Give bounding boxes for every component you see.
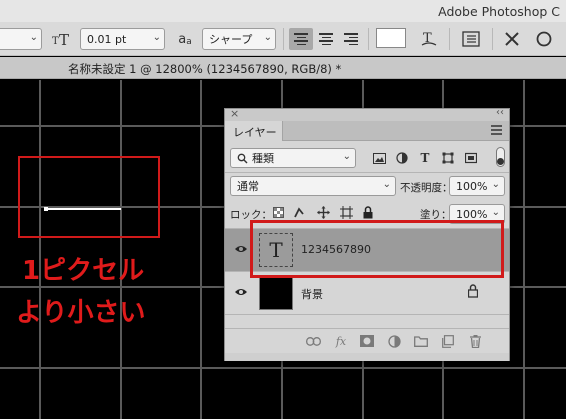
filter-toggle-switch[interactable]	[495, 146, 505, 168]
antialias-icon-glyph: a	[178, 31, 187, 47]
divider	[492, 28, 493, 50]
pixel-grid-line	[0, 367, 566, 369]
tab-layers[interactable]: レイヤー	[225, 121, 283, 141]
font-style-dropdown[interactable]: ⌄	[0, 28, 42, 50]
opacity-field[interactable]: 100% ⌄	[449, 176, 505, 196]
chevron-down-icon: ⌄	[491, 207, 500, 218]
opacity-label: 不透明度：	[400, 182, 453, 194]
tiny-text-line	[48, 208, 121, 210]
blend-mode-dropdown[interactable]: 通常 ⌄	[230, 176, 396, 196]
document-tab-bar: 名称未設定 1 @ 12800% (1234567890, RGB/8) *	[0, 57, 566, 79]
callout-line-1: 1ピクセル	[22, 256, 145, 286]
align-right-button[interactable]	[339, 28, 363, 50]
layer-row-background[interactable]: 背景	[225, 272, 509, 314]
chevron-down-icon: ⌄	[342, 151, 351, 162]
new-layer-icon[interactable]	[440, 333, 456, 349]
search-icon	[237, 153, 248, 163]
chevron-down-icon: ⌄	[152, 32, 161, 43]
panel-resize-grip[interactable]	[225, 353, 509, 361]
lock-icon[interactable]	[468, 284, 478, 298]
highlight-box-text-layer	[250, 220, 504, 278]
divider	[283, 28, 284, 50]
panel-menu-icon[interactable]	[491, 125, 502, 135]
text-color-swatch[interactable]	[376, 28, 406, 48]
filter-value: 種類	[252, 152, 274, 165]
add-mask-icon[interactable]	[359, 333, 375, 349]
layer-name[interactable]: 背景	[301, 286, 323, 302]
title-bar: Adobe Photoshop C	[0, 0, 566, 22]
background-layer-thumbnail	[259, 276, 293, 310]
antialias-dropdown[interactable]: シャープ ⌄	[202, 28, 276, 50]
cancel-icon[interactable]	[500, 28, 524, 50]
callout-line-2: より小さい	[16, 298, 146, 328]
antialias-icon-sub: a	[186, 37, 192, 47]
lock-transparent-icon[interactable]	[270, 204, 286, 220]
align-left-button[interactable]	[289, 28, 313, 50]
lock-all-icon[interactable]	[360, 204, 376, 220]
panel-tabs: レイヤー	[225, 121, 509, 141]
document-tab[interactable]: 名称未設定 1 @ 12800% (1234567890, RGB/8) *	[68, 61, 341, 77]
filter-shape-icon[interactable]	[440, 150, 456, 166]
filter-pixel-icon[interactable]	[371, 150, 387, 166]
antialias-value: シャープ	[209, 33, 253, 46]
delete-layer-icon[interactable]	[467, 333, 483, 349]
chevron-down-icon: ⌄	[263, 32, 272, 43]
character-panel-icon[interactable]	[458, 28, 484, 50]
collapse-icon[interactable]: ‹‹	[496, 107, 504, 118]
lock-position-icon[interactable]	[315, 204, 331, 220]
divider	[449, 28, 450, 50]
layer-filter-dropdown[interactable]: 種類 ⌄	[230, 148, 356, 168]
font-size-field[interactable]: 0.01 pt ⌄	[80, 28, 165, 50]
font-size-icon: TT	[50, 28, 76, 50]
filter-type-icon[interactable]: T	[417, 150, 433, 166]
chevron-down-icon: ⌄	[491, 179, 500, 190]
font-size-value: 0.01 pt	[87, 32, 127, 46]
lock-image-icon[interactable]	[292, 204, 308, 220]
new-group-icon[interactable]	[413, 333, 429, 349]
divider	[225, 172, 509, 173]
app-title: Adobe Photoshop C	[438, 4, 560, 19]
filter-smart-object-icon[interactable]	[463, 150, 479, 166]
filter-adjustment-icon[interactable]	[394, 150, 410, 166]
eye-icon[interactable]	[234, 243, 248, 255]
new-adjustment-layer-icon[interactable]	[386, 333, 402, 349]
panel-header: × ‹‹	[225, 107, 509, 121]
close-icon[interactable]: ×	[230, 107, 239, 120]
blend-mode-value: 通常	[237, 180, 259, 193]
lock-artboard-icon[interactable]	[338, 204, 354, 220]
opacity-value: 100%	[456, 179, 488, 193]
fill-value: 100%	[456, 207, 488, 221]
eye-icon[interactable]	[234, 286, 248, 298]
commit-icon[interactable]	[532, 28, 556, 50]
chevron-down-icon: ⌄	[382, 179, 391, 190]
svg-text:T: T	[59, 31, 69, 47]
options-bar: ⌄ TT 0.01 pt ⌄ aa シャープ ⌄ T	[0, 22, 566, 56]
align-center-button[interactable]	[314, 28, 338, 50]
chevron-down-icon: ⌄	[29, 32, 38, 43]
svg-text:T: T	[52, 36, 59, 47]
highlight-box-text-line	[18, 156, 160, 238]
divider	[368, 28, 369, 50]
link-layers-icon[interactable]	[305, 333, 321, 349]
warp-text-icon[interactable]: T	[418, 28, 440, 50]
antialias-icon: aa	[174, 28, 196, 50]
layer-style-icon[interactable]: fx	[333, 333, 349, 349]
divider	[225, 314, 509, 315]
panel-footer: fx	[225, 329, 509, 353]
